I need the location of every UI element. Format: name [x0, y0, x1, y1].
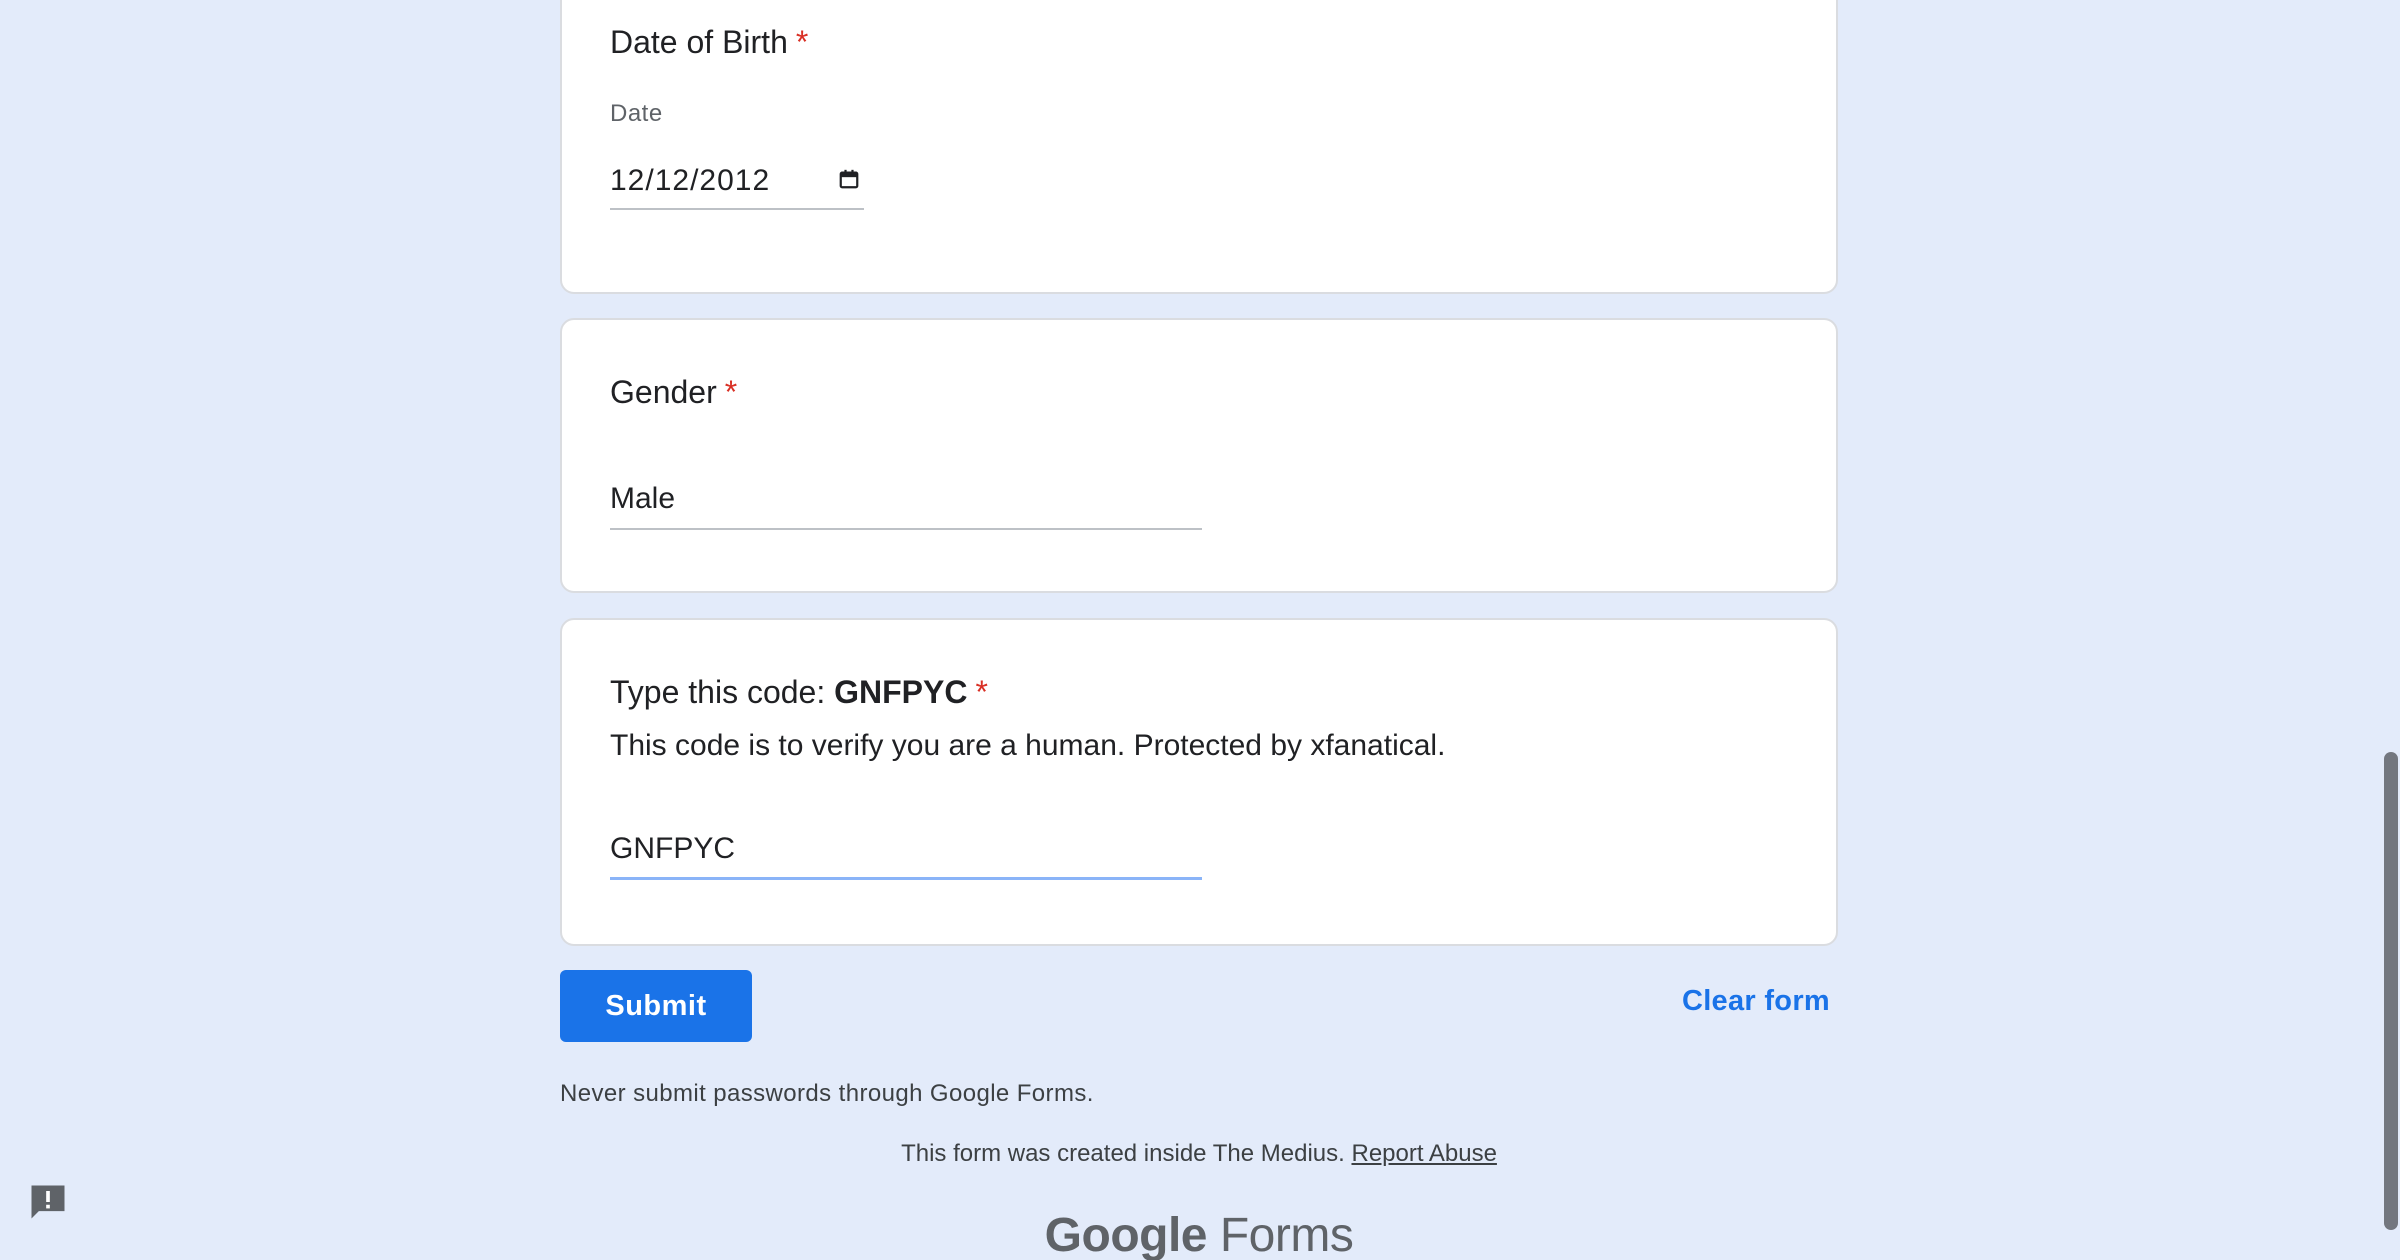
password-disclaimer: Never submit passwords through Google Fo… — [560, 1080, 1094, 1107]
form-page: Date of Birth * Date 12/12/2012 Gender * M… — [0, 0, 2400, 1260]
question-description: This code is to verify you are a human. … — [610, 729, 1446, 762]
report-abuse-link[interactable]: Report Abuse — [1351, 1140, 1496, 1167]
question-card-gender: Gender * Male — [560, 318, 1838, 593]
gender-input[interactable]: Male — [610, 470, 1202, 530]
question-card-verification-code: Type this code: GNFPYC * This code is to … — [560, 618, 1838, 946]
question-title: Gender * — [610, 372, 737, 412]
date-sublabel: Date — [610, 100, 663, 127]
google-forms-logo[interactable]: Google Forms — [560, 1208, 1838, 1260]
logo-forms-text: Forms — [1207, 1209, 1354, 1260]
required-asterisk: * — [975, 674, 988, 710]
gender-value[interactable]: Male — [610, 482, 675, 516]
scrollbar-thumb[interactable] — [2384, 752, 2398, 1230]
question-card-date-of-birth: Date of Birth * Date 12/12/2012 — [560, 0, 1838, 294]
question-title: Date of Birth * — [610, 22, 808, 62]
submit-button[interactable]: Submit — [560, 970, 752, 1042]
date-value[interactable]: 12/12/2012 — [610, 164, 770, 198]
form-origin-text: This form was created inside The Medius. — [901, 1140, 1352, 1167]
logo-google-text: Google — [1044, 1209, 1208, 1260]
required-asterisk: * — [724, 374, 738, 410]
report-issue-icon[interactable] — [26, 1180, 70, 1224]
verification-code-value[interactable]: GNFPYC — [610, 832, 735, 866]
question-title-text: Date of Birth — [610, 24, 788, 60]
calendar-icon[interactable] — [838, 168, 860, 190]
question-title: Type this code: GNFPYC * — [610, 672, 988, 712]
question-title-text: Gender — [610, 374, 717, 410]
verification-code-text: GNFPYC — [834, 674, 968, 710]
clear-form-button[interactable]: Clear form — [1660, 985, 1830, 1018]
form-origin-note: This form was created inside The Medius.… — [560, 1140, 1838, 1168]
verification-code-input[interactable]: GNFPYC — [610, 820, 1202, 880]
question-title-text: Type this code: — [610, 674, 835, 710]
date-input[interactable]: 12/12/2012 — [610, 142, 864, 210]
required-asterisk: * — [795, 24, 809, 60]
